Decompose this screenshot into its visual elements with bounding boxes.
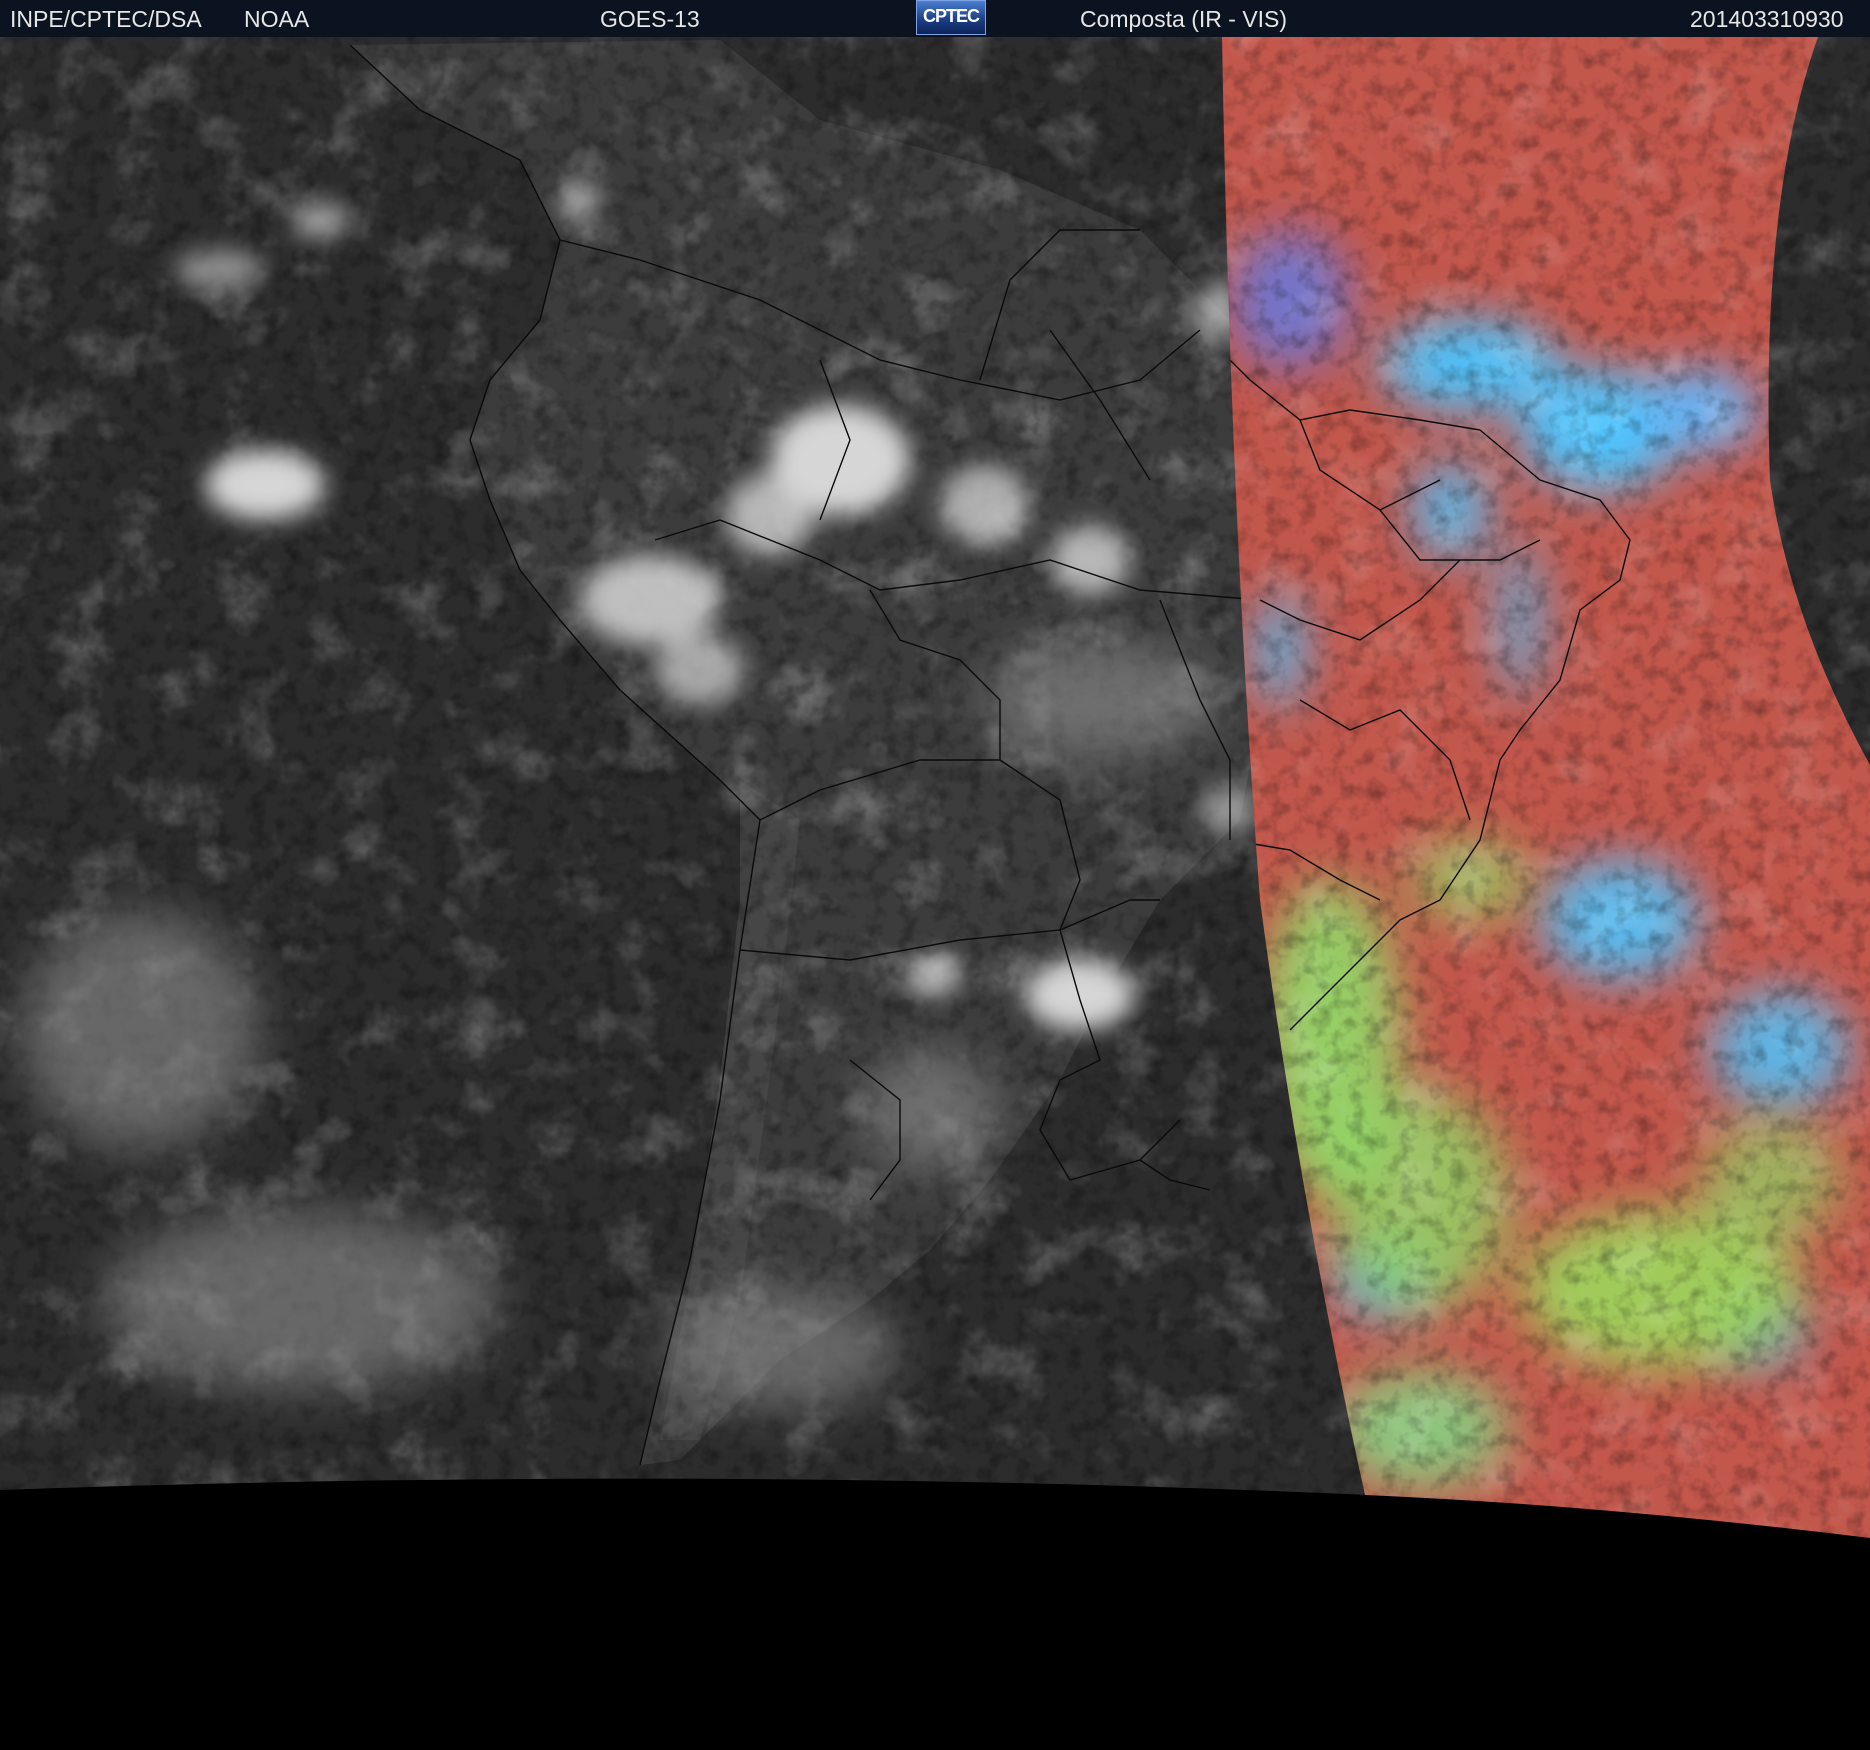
cptec-logo: CPTEC: [916, 0, 986, 35]
agency-label: NOAA: [244, 6, 310, 32]
institution-label: INPE/CPTEC/DSA: [10, 6, 202, 32]
timestamp-label: 201403310930: [1690, 6, 1844, 32]
satellite-label: GOES-13: [600, 6, 700, 32]
satellite-image: [0, 37, 1870, 1750]
product-label: Composta (IR - VIS): [1080, 6, 1288, 32]
logo-text: CPTEC: [922, 6, 980, 26]
header-bar: INPE/CPTEC/DSA NOAA GOES-13 CPTEC Compos…: [0, 0, 1870, 37]
